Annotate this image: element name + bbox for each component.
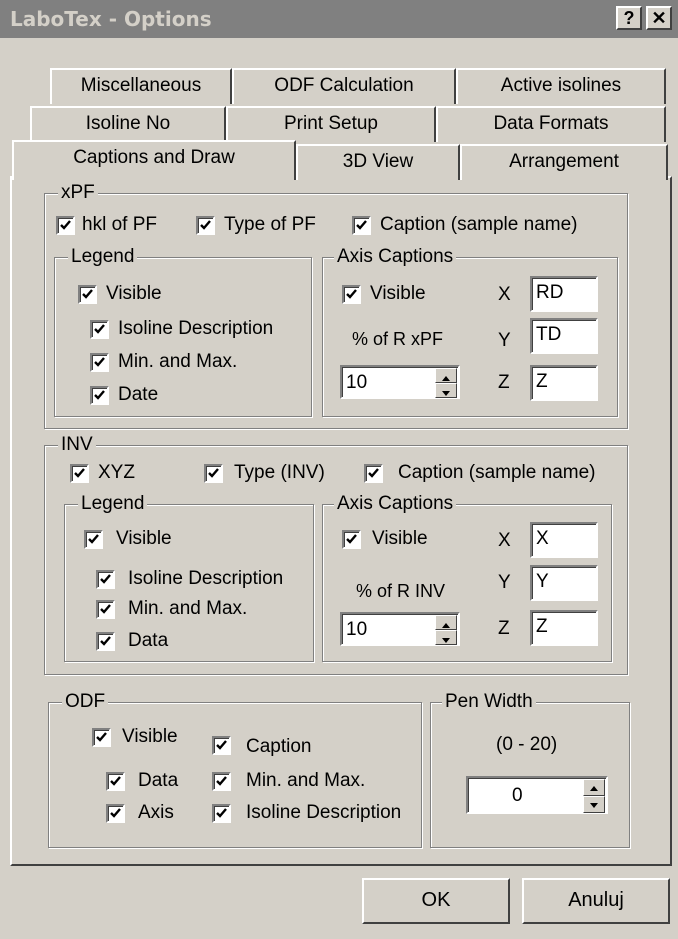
inv-legend-iso-label: Isoline Description bbox=[128, 568, 284, 589]
inv-legend-visible-label: Visible bbox=[116, 528, 172, 549]
inv-legend-title: Legend bbox=[78, 494, 148, 514]
close-button[interactable]: ✕ bbox=[646, 6, 672, 30]
inv-caption-checkbox[interactable] bbox=[364, 464, 383, 483]
window-title: LaboTex - Options bbox=[10, 7, 212, 31]
inv-axis-visible-label: Visible bbox=[372, 528, 428, 549]
odf-visible-checkbox[interactable] bbox=[92, 728, 111, 747]
xpf-y-label: Y bbox=[498, 330, 511, 351]
xpf-legend-date-checkbox[interactable] bbox=[90, 386, 109, 405]
tab-print-setup[interactable]: Print Setup bbox=[226, 106, 436, 142]
help-button[interactable]: ? bbox=[616, 6, 642, 30]
ok-button[interactable]: OK bbox=[362, 878, 510, 924]
xpf-caption-label: Caption (sample name) bbox=[380, 214, 578, 235]
xpf-legend-iso-label: Isoline Description bbox=[118, 318, 274, 339]
spin-down-button[interactable] bbox=[435, 383, 457, 398]
xpf-hkl-label: hkl of PF bbox=[82, 214, 157, 235]
inv-percent-label: % of R INV bbox=[356, 581, 446, 601]
inv-axis-visible-checkbox[interactable] bbox=[342, 530, 361, 549]
inv-xyz-label: XYZ bbox=[98, 462, 135, 483]
pen-width-title: Pen Width bbox=[442, 692, 536, 712]
xpf-percent-spinner[interactable]: 10 bbox=[340, 365, 460, 399]
spin-up-button[interactable] bbox=[435, 615, 457, 630]
spin-down-button[interactable] bbox=[435, 630, 457, 645]
inv-type-label: Type (INV) bbox=[234, 462, 325, 483]
xpf-legend-minmax-label: Min. and Max. bbox=[118, 351, 238, 372]
cancel-button[interactable]: Anuluj bbox=[522, 878, 670, 924]
xpf-axis-title: Axis Captions bbox=[334, 247, 457, 267]
spin-up-button[interactable] bbox=[583, 779, 605, 796]
inv-z-field[interactable]: Z bbox=[530, 610, 598, 646]
odf-iso-label: Isoline Description bbox=[246, 802, 402, 823]
tab-3d-view[interactable]: 3D View bbox=[296, 144, 460, 180]
xpf-caption-checkbox[interactable] bbox=[352, 216, 371, 235]
xpf-x-label: X bbox=[498, 284, 511, 305]
tab-captions-and-draw[interactable]: Captions and Draw bbox=[12, 140, 296, 180]
inv-z-label: Z bbox=[498, 618, 510, 639]
inv-y-field[interactable]: Y bbox=[530, 565, 598, 601]
odf-group-title: ODF bbox=[62, 692, 109, 712]
tab-isoline-no[interactable]: Isoline No bbox=[30, 106, 226, 142]
inv-axis-title: Axis Captions bbox=[334, 494, 457, 514]
xpf-legend-visible-checkbox[interactable] bbox=[78, 285, 97, 304]
odf-visible-label: Visible bbox=[122, 726, 178, 747]
xpf-y-field[interactable]: TD bbox=[530, 318, 598, 354]
odf-data-label: Data bbox=[138, 770, 179, 791]
tab-data-formats[interactable]: Data Formats bbox=[436, 106, 666, 142]
tab-arrangement[interactable]: Arrangement bbox=[460, 144, 668, 180]
inv-legend-data-label: Data bbox=[128, 630, 169, 651]
inv-legend-visible-checkbox[interactable] bbox=[84, 530, 103, 549]
pen-width-value: 0 bbox=[512, 785, 523, 806]
odf-minmax-label: Min. and Max. bbox=[246, 770, 366, 791]
inv-caption-label: Caption (sample name) bbox=[398, 462, 596, 483]
odf-caption-label: Caption bbox=[246, 736, 312, 757]
spin-down-button[interactable] bbox=[583, 796, 605, 813]
xpf-axis-visible-label: Visible bbox=[370, 283, 426, 304]
tab-active-isolines[interactable]: Active isolines bbox=[456, 68, 666, 104]
inv-x-label: X bbox=[498, 530, 511, 551]
xpf-group-title: xPF bbox=[58, 183, 98, 203]
inv-percent-value: 10 bbox=[346, 619, 368, 640]
inv-legend-minmax-label: Min. and Max. bbox=[128, 598, 248, 619]
xpf-type-label: Type of PF bbox=[224, 214, 316, 235]
odf-axis-label: Axis bbox=[138, 802, 174, 823]
xpf-percent-label: % of R xPF bbox=[352, 329, 444, 349]
pen-width-spinner[interactable]: 0 bbox=[466, 776, 608, 814]
inv-y-label: Y bbox=[498, 572, 511, 593]
xpf-legend-title: Legend bbox=[68, 247, 138, 267]
inv-legend-iso-checkbox[interactable] bbox=[96, 570, 115, 589]
inv-percent-spinner[interactable]: 10 bbox=[340, 612, 460, 646]
xpf-type-checkbox[interactable] bbox=[196, 216, 215, 235]
xpf-hkl-checkbox[interactable] bbox=[56, 216, 75, 235]
tab-miscellaneous[interactable]: Miscellaneous bbox=[50, 68, 232, 104]
odf-data-checkbox[interactable] bbox=[106, 772, 125, 791]
xpf-x-field[interactable]: RD bbox=[530, 276, 598, 312]
inv-legend-minmax-checkbox[interactable] bbox=[96, 600, 115, 619]
spin-up-button[interactable] bbox=[435, 368, 457, 383]
xpf-axis-visible-checkbox[interactable] bbox=[342, 285, 361, 304]
xpf-legend-visible-label: Visible bbox=[106, 283, 162, 304]
xpf-legend-minmax-checkbox[interactable] bbox=[90, 353, 109, 372]
inv-xyz-checkbox[interactable] bbox=[70, 464, 89, 483]
inv-legend-data-checkbox[interactable] bbox=[96, 632, 115, 651]
xpf-percent-value: 10 bbox=[346, 372, 368, 393]
pen-width-group bbox=[430, 702, 630, 848]
xpf-z-field[interactable]: Z bbox=[530, 365, 598, 401]
odf-iso-checkbox[interactable] bbox=[212, 804, 231, 823]
tab-odf-calculation[interactable]: ODF Calculation bbox=[232, 68, 456, 104]
xpf-legend-iso-checkbox[interactable] bbox=[90, 320, 109, 339]
inv-type-checkbox[interactable] bbox=[204, 464, 223, 483]
pen-width-range: (0 - 20) bbox=[496, 734, 558, 755]
xpf-legend-date-label: Date bbox=[118, 384, 159, 405]
xpf-z-label: Z bbox=[498, 372, 510, 393]
inv-x-field[interactable]: X bbox=[530, 522, 598, 558]
odf-caption-checkbox[interactable] bbox=[212, 736, 231, 755]
odf-minmax-checkbox[interactable] bbox=[212, 772, 231, 791]
odf-axis-checkbox[interactable] bbox=[106, 804, 125, 823]
inv-group-title: INV bbox=[58, 435, 96, 455]
odf-group bbox=[48, 702, 422, 848]
